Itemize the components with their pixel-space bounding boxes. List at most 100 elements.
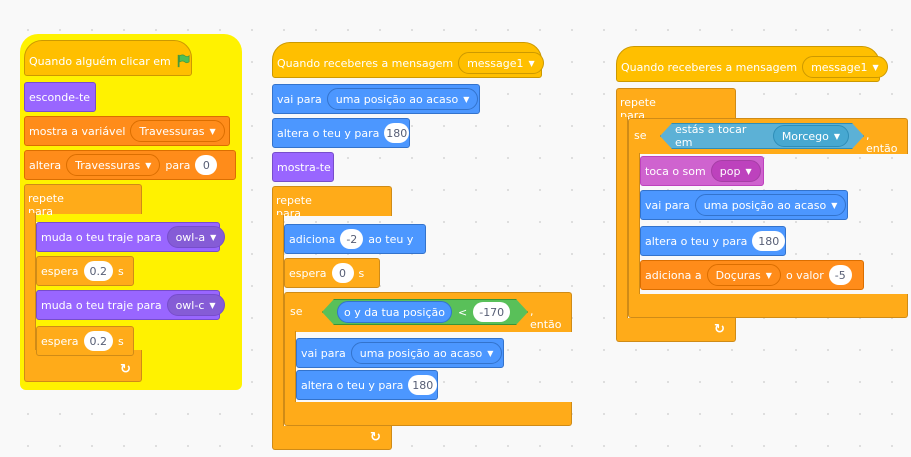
set-y-input[interactable]: 180 bbox=[384, 123, 409, 143]
variable-dropdown[interactable]: Travessuras ▼ bbox=[130, 120, 225, 142]
wait-input[interactable]: 0.2 bbox=[83, 261, 114, 281]
wait-label: espera bbox=[289, 266, 327, 280]
change-y-label: adiciona bbox=[289, 232, 336, 246]
wait-block[interactable]: espera 0.2 s bbox=[36, 326, 134, 356]
chevron-down-icon: ▼ bbox=[831, 200, 838, 210]
chevron-down-icon: ▼ bbox=[209, 126, 216, 136]
sound-dropdown[interactable]: pop ▼ bbox=[710, 160, 761, 182]
when-flag-clicked-block[interactable]: Quando alguém clicar em bbox=[24, 40, 192, 76]
hide-label: esconde-te bbox=[29, 90, 91, 104]
switch-costume-label: muda o teu traje para bbox=[41, 230, 162, 244]
show-variable-label: mostra a variável bbox=[29, 124, 126, 138]
goto-dropdown[interactable]: uma posição ao acaso ▼ bbox=[326, 88, 479, 110]
show-variable-block[interactable]: mostra a variável Travessuras ▼ bbox=[24, 116, 230, 146]
if-label: se bbox=[634, 129, 647, 142]
chevron-down-icon: ▼ bbox=[145, 160, 152, 170]
touching-dropdown-value: Morcego bbox=[781, 129, 829, 143]
variable-dropdown-value: Doçuras bbox=[715, 268, 761, 282]
loop-arrow-icon: ↻ bbox=[370, 430, 381, 445]
if-bottom bbox=[284, 402, 572, 426]
set-to-label: para bbox=[165, 158, 191, 172]
message-dropdown-value: message1 bbox=[467, 56, 524, 70]
hide-block[interactable]: esconde-te bbox=[24, 82, 96, 112]
wait-label: espera bbox=[41, 334, 79, 348]
wait-input[interactable]: 0 bbox=[331, 263, 354, 283]
chevron-down-icon: ▼ bbox=[487, 348, 494, 358]
switch-costume-label: muda o teu traje para bbox=[41, 298, 162, 312]
green-flag-icon bbox=[177, 54, 190, 68]
chevron-down-icon: ▼ bbox=[765, 270, 772, 280]
costume-dropdown-value: owl-c bbox=[175, 298, 205, 312]
when-flag-clicked-label: Quando alguém clicar em bbox=[29, 54, 171, 68]
if-label: se bbox=[290, 305, 303, 318]
sound-dropdown-value: pop bbox=[719, 164, 741, 178]
costume-dropdown[interactable]: owl-c ▼ bbox=[166, 294, 225, 316]
show-block[interactable]: mostra-te bbox=[272, 152, 334, 182]
set-y-label: altera o teu y para bbox=[277, 126, 380, 140]
set-y-block[interactable]: altera o teu y para 180 bbox=[640, 226, 786, 256]
set-value-input[interactable]: 0 bbox=[195, 155, 218, 175]
when-receive-block[interactable]: Quando receberes a mensagem message1 ▼ bbox=[272, 42, 544, 78]
touching-dropdown[interactable]: Morcego ▼ bbox=[773, 125, 849, 147]
set-y-block[interactable]: altera o teu y para 180 bbox=[272, 118, 410, 148]
goto-dropdown-value: uma posição ao acaso bbox=[703, 198, 827, 212]
if-arm bbox=[628, 153, 640, 295]
less-than-sign: < bbox=[458, 305, 468, 319]
forever-arm bbox=[616, 117, 628, 319]
compare-value-input[interactable]: -170 bbox=[473, 302, 510, 322]
then-label: , então bbox=[866, 129, 898, 155]
chevron-down-icon: ▼ bbox=[210, 232, 217, 242]
chevron-down-icon: ▼ bbox=[463, 94, 470, 104]
loop-arrow-icon: ↻ bbox=[120, 362, 131, 377]
chevron-down-icon: ▼ bbox=[833, 131, 840, 141]
forever-arm bbox=[24, 213, 36, 351]
variable-dropdown[interactable]: Doçuras ▼ bbox=[706, 264, 781, 286]
change-y-block[interactable]: adiciona -2 ao teu y bbox=[284, 224, 426, 254]
set-variable-block[interactable]: altera Travessuras ▼ para 0 bbox=[24, 150, 236, 180]
if-bottom bbox=[628, 294, 908, 318]
play-sound-label: toca o som bbox=[645, 164, 706, 178]
if-arm bbox=[284, 331, 296, 403]
variable-dropdown-value: Travessuras bbox=[75, 158, 141, 172]
touching-label: estás a tocar em bbox=[675, 123, 747, 149]
goto-dropdown[interactable]: uma posição ao acaso ▼ bbox=[694, 194, 847, 216]
variable-dropdown-value: Travessuras bbox=[139, 124, 205, 138]
message-dropdown-value: message1 bbox=[811, 60, 868, 74]
set-y-input[interactable]: 180 bbox=[408, 375, 437, 395]
switch-costume-block[interactable]: muda o teu traje para owl-a ▼ bbox=[36, 222, 226, 252]
chevron-down-icon: ▼ bbox=[528, 58, 535, 68]
when-receive-label: Quando receberes a mensagem bbox=[277, 56, 454, 70]
wait-block[interactable]: espera 0.2 s bbox=[36, 256, 134, 286]
goto-dropdown[interactable]: uma posição ao acaso ▼ bbox=[350, 342, 503, 364]
goto-block[interactable]: vai para uma posição ao acaso ▼ bbox=[640, 190, 848, 220]
set-y-label: altera o teu y para bbox=[301, 378, 404, 392]
goto-block[interactable]: vai para uma posição ao acaso ▼ bbox=[272, 84, 480, 114]
set-y-input[interactable]: 180 bbox=[752, 231, 785, 251]
y-position-reporter[interactable]: o y da tua posição bbox=[337, 301, 452, 323]
message-dropdown[interactable]: message1 ▼ bbox=[458, 52, 544, 74]
chevron-down-icon: ▼ bbox=[209, 300, 216, 310]
goto-block[interactable]: vai para uma posição ao acaso ▼ bbox=[296, 338, 504, 368]
less-than-operator[interactable]: o y da tua posição < -170 bbox=[322, 299, 528, 325]
play-sound-block[interactable]: toca o som pop ▼ bbox=[640, 156, 764, 186]
costume-dropdown[interactable]: owl-a ▼ bbox=[166, 226, 226, 248]
set-y-label: altera o teu y para bbox=[645, 234, 748, 248]
change-y-input[interactable]: -2 bbox=[340, 229, 364, 249]
goto-dropdown-value: uma posição ao acaso bbox=[359, 346, 483, 360]
message-dropdown[interactable]: message1 ▼ bbox=[802, 56, 888, 78]
set-y-block[interactable]: altera o teu y para 180 bbox=[296, 370, 438, 400]
wait-label: espera bbox=[41, 264, 79, 278]
change-variable-input[interactable]: -5 bbox=[828, 265, 852, 285]
wait-input[interactable]: 0.2 bbox=[83, 331, 114, 351]
change-y-suffix: ao teu y bbox=[368, 232, 414, 246]
when-receive-block[interactable]: Quando receberes a mensagem message1 ▼ bbox=[616, 46, 888, 82]
goto-label: vai para bbox=[645, 198, 690, 212]
when-receive-label: Quando receberes a mensagem bbox=[621, 60, 798, 74]
touching-block[interactable]: estás a tocar em Morcego ▼ bbox=[660, 123, 864, 149]
goto-label: vai para bbox=[277, 92, 322, 106]
change-variable-block[interactable]: adiciona a Doçuras ▼ o valor -5 bbox=[640, 260, 864, 290]
variable-dropdown[interactable]: Travessuras ▼ bbox=[66, 154, 161, 176]
goto-dropdown-value: uma posição ao acaso bbox=[335, 92, 459, 106]
switch-costume-block[interactable]: muda o teu traje para owl-c ▼ bbox=[36, 290, 225, 320]
wait-block[interactable]: espera 0 s bbox=[284, 258, 380, 288]
